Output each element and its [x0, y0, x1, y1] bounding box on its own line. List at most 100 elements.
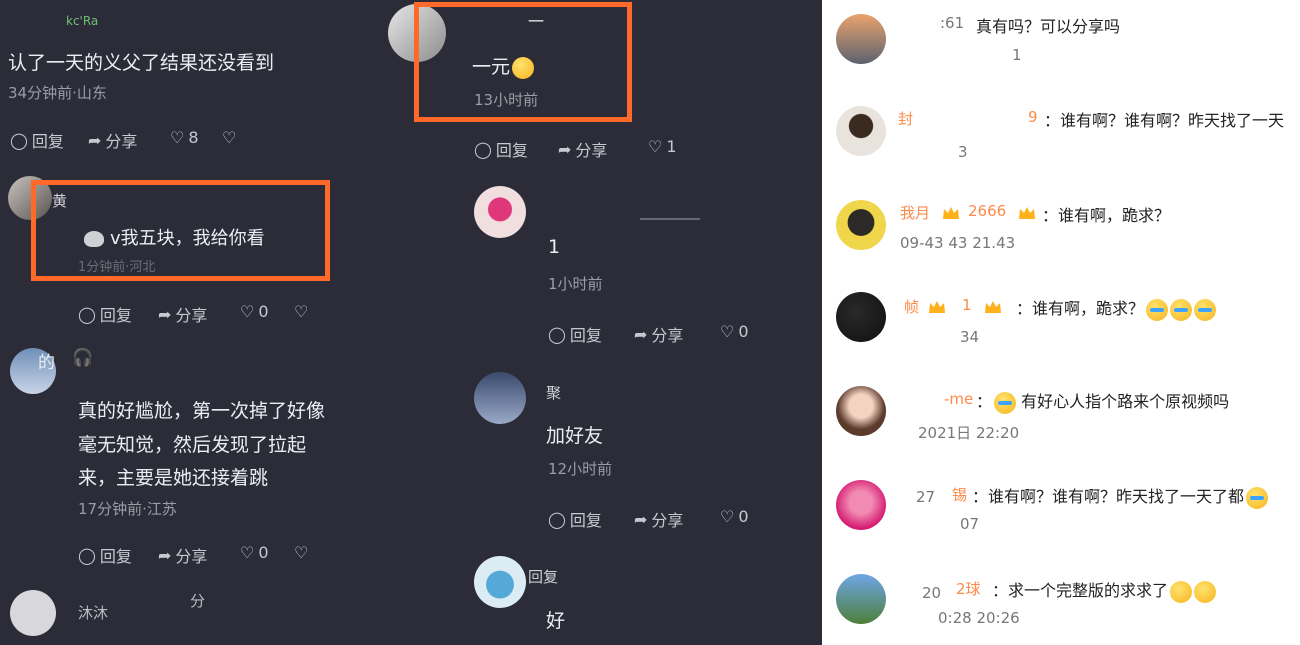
- comment-text-line: 真的好尴尬，第一次掉了好像: [78, 400, 326, 422]
- comment-text: ：谁有啊，跪求？: [1016, 295, 1217, 321]
- comment-text-line: 来，主要是她还接着跳: [78, 467, 269, 489]
- like-button[interactable]: ♡ 0: [240, 302, 269, 321]
- reply-button[interactable]: ◯ 回复: [548, 507, 602, 531]
- crying-emoji-icon: [1146, 298, 1169, 321]
- crown-icon: [929, 301, 945, 313]
- comment-text: v我五块，我给你看: [84, 224, 265, 250]
- avatar[interactable]: [836, 574, 886, 624]
- share-button[interactable]: ➦ 分享: [88, 128, 137, 152]
- pleading-emoji-icon: [1170, 580, 1193, 603]
- comment-meta: 1: [1012, 46, 1022, 64]
- commenter-name[interactable]: 我月: [900, 202, 930, 223]
- comment-meta: 0:28 20:26: [938, 609, 1020, 627]
- reply-icon: ◯: [78, 545, 96, 565]
- avatar[interactable]: [836, 480, 886, 530]
- dislike-button[interactable]: ♡: [294, 543, 308, 562]
- heart-icon: ♡: [170, 128, 185, 147]
- share-icon: ➦: [634, 509, 648, 529]
- commenter-name[interactable]: 回复: [528, 566, 558, 587]
- dislike-button[interactable]: ♡: [294, 302, 308, 321]
- share-button[interactable]: ➦ 分享: [558, 137, 607, 161]
- share-icon: ➦: [158, 304, 172, 324]
- comment-text: 好: [546, 610, 566, 632]
- crying-emoji-icon: [1194, 298, 1217, 321]
- reply-icon: ◯: [78, 304, 96, 324]
- like-button[interactable]: ♡ 1: [648, 137, 677, 156]
- commenter-name[interactable]: 聚: [546, 382, 561, 403]
- reply-button[interactable]: ◯ 回复: [10, 128, 64, 152]
- avatar[interactable]: [10, 590, 56, 636]
- comment-meta: 3: [958, 143, 968, 161]
- like-button[interactable]: ♡ 8: [170, 128, 199, 147]
- share-button[interactable]: ➦ 分享: [158, 302, 207, 326]
- crying-emoji-icon: [1246, 486, 1269, 509]
- comment-text: ：谁有啊？谁有啊？昨天找了一天了都: [972, 483, 1269, 509]
- comment-meta: 17分钟前·江苏: [78, 500, 177, 518]
- avatar[interactable]: [836, 200, 886, 250]
- commenter-id: 9: [1028, 108, 1038, 126]
- comment-text: 一元: [472, 52, 535, 79]
- share-button[interactable]: ➦ 分享: [158, 543, 207, 567]
- commenter-name[interactable]: 封: [898, 108, 913, 129]
- commenter-name[interactable]: 2球: [956, 578, 981, 599]
- comment-meta: 07: [960, 515, 980, 533]
- like-button[interactable]: ♡ 0: [240, 543, 269, 562]
- share-icon: ➦: [634, 324, 648, 344]
- comment-meta: 2021日 22:20: [918, 424, 1020, 442]
- crying-emoji-icon: [1170, 298, 1193, 321]
- comment-text: 1: [548, 236, 561, 258]
- share-icon: ➦: [558, 139, 572, 159]
- comment-meta: 12小时前: [548, 460, 613, 478]
- comment-text: ：谁有啊？谁有啊？昨天找了一天: [1044, 111, 1285, 130]
- comment-meta: 1分钟前·河北: [78, 260, 156, 275]
- reply-button[interactable]: ◯ 回复: [474, 137, 528, 161]
- commenter-id: 1: [962, 296, 972, 314]
- commenter-id: 20: [922, 584, 942, 602]
- dislike-button[interactable]: ♡: [222, 128, 236, 147]
- headphones-icon: 🎧: [72, 348, 94, 368]
- reply-button[interactable]: ◯ 回复: [78, 302, 132, 326]
- crown-icon: [985, 301, 1001, 313]
- comment-meta: 13小时前: [474, 91, 539, 109]
- commenter-name[interactable]: 锡: [952, 484, 967, 505]
- commenter-name[interactable]: -me: [944, 390, 973, 408]
- commenter-name[interactable]: 一: [528, 8, 544, 32]
- like-button[interactable]: ♡ 0: [720, 322, 749, 341]
- heart-icon: ♡: [720, 507, 735, 526]
- like-button[interactable]: ♡ 0: [720, 507, 749, 526]
- commenter-name[interactable]: 的: [38, 348, 55, 373]
- comment-text: 认了一天的义父了结果还没看到: [8, 52, 275, 74]
- avatar[interactable]: [474, 556, 526, 608]
- commenter-name[interactable]: 帧: [904, 296, 919, 317]
- avatar[interactable]: [836, 292, 886, 342]
- reply-icon: ◯: [548, 509, 566, 529]
- commenter-name[interactable]: 沐沐: [78, 602, 108, 623]
- avatar[interactable]: [474, 372, 526, 424]
- comment-text: ： 有好心人指个路来个原视频吗: [976, 388, 1229, 414]
- avatar[interactable]: [474, 186, 526, 238]
- share-button[interactable]: ➦ 分享: [634, 507, 683, 531]
- avatar[interactable]: [836, 106, 886, 156]
- comment-text: 分: [190, 592, 206, 610]
- heart-icon: ♡: [648, 137, 663, 156]
- comment-meta: 09-43 43 21.43: [900, 234, 1016, 252]
- avatar[interactable]: [836, 386, 886, 436]
- avatar[interactable]: [836, 14, 886, 64]
- crying-emoji-icon: [994, 391, 1017, 414]
- comment-text: 加好友: [546, 425, 604, 447]
- heart-icon: ♡: [240, 543, 255, 562]
- comment-meta: 34分钟前·山东: [8, 84, 107, 102]
- commenter-name[interactable]: ________: [640, 202, 700, 220]
- commenter-name[interactable]: :61: [940, 14, 964, 32]
- comment-text: ：求一个完整版的求求了: [992, 577, 1217, 603]
- commenter-id: 27: [916, 488, 936, 506]
- commenter-name[interactable]: kc'Ra: [66, 14, 98, 28]
- reply-button[interactable]: ◯ 回复: [78, 543, 132, 567]
- heart-icon: ♡: [294, 543, 309, 562]
- share-button[interactable]: ➦ 分享: [634, 322, 683, 346]
- crown-icon: [943, 207, 959, 219]
- comment-text: ：谁有啊，跪求？: [1042, 206, 1171, 225]
- comment-meta: 1小时前: [548, 275, 603, 293]
- reply-button[interactable]: ◯ 回复: [548, 322, 602, 346]
- heart-icon: ♡: [222, 128, 237, 147]
